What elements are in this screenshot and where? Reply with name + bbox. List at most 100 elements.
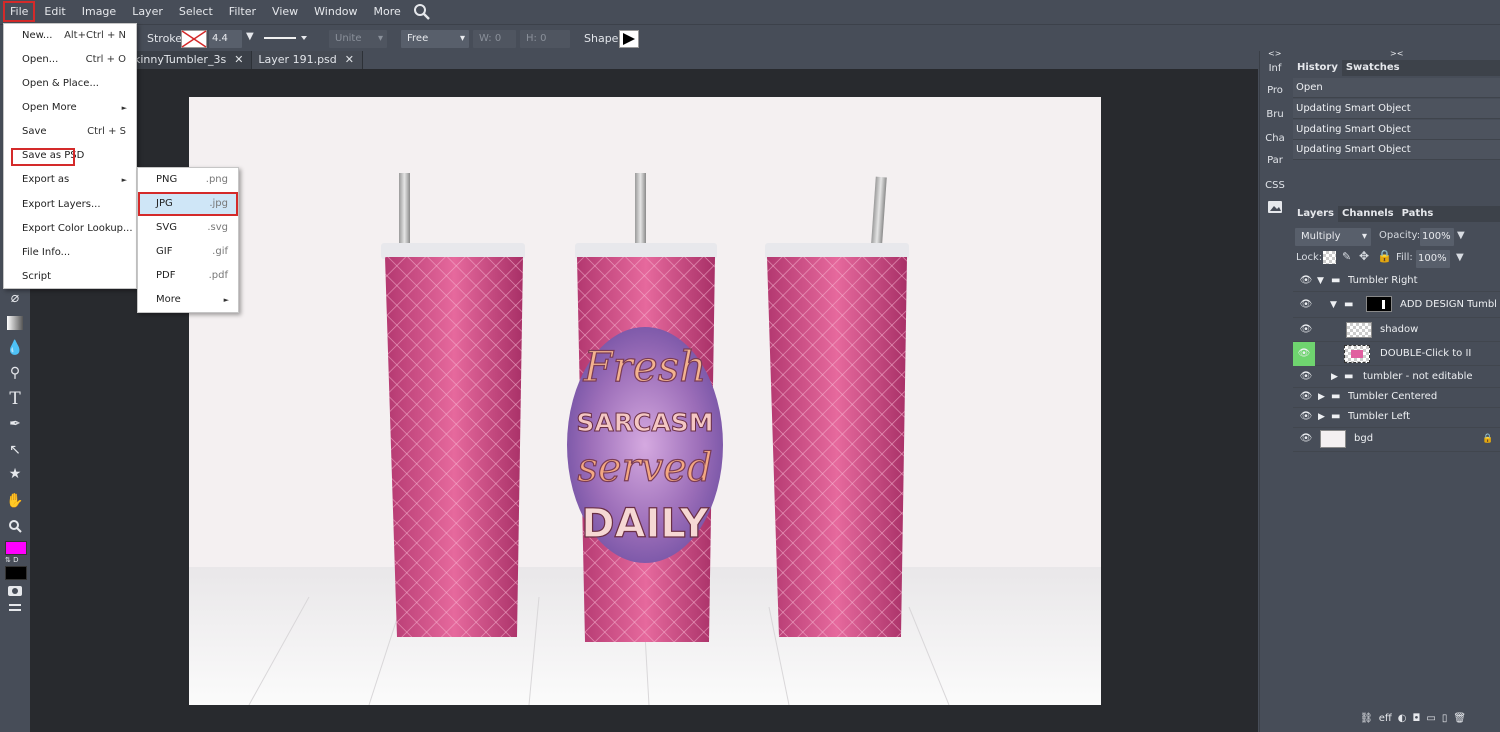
- tab-layer-191[interactable]: Layer 191.psd ✕: [252, 51, 363, 69]
- quick-mask-icon[interactable]: [8, 586, 22, 596]
- menu-item-file-info[interactable]: File Info...: [4, 241, 136, 265]
- close-icon[interactable]: ✕: [234, 51, 243, 69]
- opacity-input[interactable]: 100%: [1420, 228, 1454, 246]
- dodge-tool-icon[interactable]: ⚲: [5, 363, 25, 383]
- panel-paragraph-tab[interactable]: Par: [1260, 149, 1290, 173]
- history-item[interactable]: Updating Smart Object: [1293, 140, 1500, 160]
- eraser-tool-icon[interactable]: ⌀: [5, 288, 25, 308]
- layer-row[interactable]: 👁 ▼ ▬ ADD DESIGN Tumbl: [1293, 292, 1500, 318]
- eye-icon[interactable]: 👁: [1297, 386, 1315, 408]
- menu-item-script[interactable]: Script: [4, 265, 136, 289]
- eye-icon[interactable]: 👁: [1297, 406, 1315, 428]
- menu-edit[interactable]: Edit: [36, 0, 73, 23]
- tab-swatches[interactable]: Swatches: [1342, 60, 1404, 76]
- type-tool-icon[interactable]: T: [5, 389, 25, 409]
- lock-position-icon[interactable]: ✥: [1359, 249, 1369, 263]
- path-select-tool-icon[interactable]: ↖: [5, 440, 25, 460]
- gradient-tool-icon[interactable]: [5, 313, 25, 333]
- shape-picker[interactable]: [619, 30, 639, 48]
- expand-chevron-icon[interactable]: ▼: [1317, 270, 1324, 292]
- stroke-color-swatch[interactable]: [181, 30, 207, 48]
- link-layers-icon[interactable]: ⛓: [1360, 713, 1373, 724]
- tab-paths[interactable]: Paths: [1398, 206, 1438, 222]
- layer-row[interactable]: 👁 ▶ ▬ Tumbler Left: [1293, 406, 1500, 428]
- lock-pixels-icon[interactable]: ✎: [1342, 250, 1351, 263]
- eye-icon[interactable]: 👁: [1293, 342, 1315, 366]
- blur-tool-icon[interactable]: 💧: [5, 338, 25, 358]
- stroke-style-select[interactable]: [262, 31, 310, 45]
- panel-character-tab[interactable]: Cha: [1260, 127, 1290, 151]
- eye-icon[interactable]: 👁: [1297, 366, 1315, 388]
- history-item[interactable]: Open: [1293, 78, 1500, 98]
- combine-mode-select[interactable]: Unite ▾: [329, 30, 387, 48]
- export-gif[interactable]: GIF .gif: [138, 240, 238, 264]
- background-color-swatch[interactable]: [5, 566, 27, 580]
- menu-item-export-color-lookup[interactable]: Export Color Lookup...: [4, 217, 136, 241]
- tab-history[interactable]: History: [1293, 60, 1342, 76]
- foreground-color-swatch[interactable]: [5, 541, 27, 555]
- pen-tool-icon[interactable]: ✒: [5, 414, 25, 434]
- screen-mode-icon[interactable]: [9, 604, 21, 611]
- panel-info-tab[interactable]: Inf: [1260, 57, 1290, 81]
- layer-row[interactable]: 👁 DOUBLE-Click to II: [1293, 342, 1500, 366]
- width-field[interactable]: W: 0: [473, 30, 516, 48]
- collapse-chevron-icon[interactable]: ▶: [1331, 366, 1338, 388]
- collapse-chevron-icon[interactable]: ▶: [1318, 386, 1325, 408]
- close-icon[interactable]: ✕: [345, 51, 354, 69]
- layer-row[interactable]: 👁 ▶ ▬ Tumbler Centered: [1293, 386, 1500, 408]
- lock-all-icon[interactable]: 🔒: [1377, 249, 1392, 263]
- tab-layers[interactable]: Layers: [1293, 206, 1338, 222]
- collapse-chevron-icon[interactable]: ▶: [1318, 406, 1325, 428]
- menu-item-open-more[interactable]: Open More ►: [4, 96, 136, 120]
- layer-effects-icon[interactable]: eff: [1379, 713, 1392, 724]
- delete-layer-icon[interactable]: 🗑: [1453, 713, 1466, 724]
- style-mode-select[interactable]: Free ▾: [401, 30, 469, 48]
- layer-mask-icon[interactable]: ◘: [1412, 713, 1420, 724]
- menu-filter[interactable]: Filter: [221, 0, 264, 23]
- layer-row[interactable]: 👁 bgd 🔒: [1293, 426, 1500, 452]
- swap-colors-icon[interactable]: ⇅ D: [5, 556, 18, 564]
- stroke-width-input[interactable]: 4.4 pt: [209, 30, 242, 62]
- eye-icon[interactable]: 👁: [1297, 292, 1315, 318]
- menu-item-export-as[interactable]: Export as ►: [4, 168, 136, 192]
- history-item[interactable]: Updating Smart Object: [1293, 99, 1500, 119]
- fill-input[interactable]: 100%: [1416, 250, 1450, 268]
- image-panel-icon[interactable]: [1268, 201, 1282, 213]
- eye-icon[interactable]: 👁: [1297, 426, 1315, 452]
- menu-view[interactable]: View: [264, 0, 306, 23]
- menu-window[interactable]: Window: [306, 0, 365, 23]
- export-jpg[interactable]: JPG .jpg: [138, 192, 238, 216]
- layer-row[interactable]: 👁 ▶ ▬ tumbler - not editable: [1293, 366, 1500, 388]
- shape-tool-icon[interactable]: ★: [5, 464, 25, 484]
- menu-select[interactable]: Select: [171, 0, 221, 23]
- expand-chevron-icon[interactable]: ▼: [1330, 292, 1337, 318]
- eye-icon[interactable]: 👁: [1297, 270, 1315, 292]
- height-field[interactable]: H: 0: [520, 30, 570, 48]
- layer-row[interactable]: 👁 ▼ ▬ Tumbler Right: [1293, 270, 1500, 292]
- panel-properties-tab[interactable]: Pro: [1260, 79, 1290, 103]
- lock-transparency-icon[interactable]: [1323, 251, 1336, 264]
- fill-arrow-icon[interactable]: ▼: [1456, 252, 1464, 263]
- layer-row[interactable]: 👁 shadow: [1293, 318, 1500, 342]
- stroke-width-arrow-icon[interactable]: ▼: [246, 31, 254, 42]
- panel-brush-tab[interactable]: Bru: [1260, 103, 1290, 127]
- collapse-arrows-icon[interactable]: ><: [1390, 49, 1403, 58]
- menu-layer[interactable]: Layer: [124, 0, 171, 23]
- export-more[interactable]: More ►: [138, 288, 238, 312]
- export-png[interactable]: PNG .png: [138, 168, 238, 192]
- menu-item-open-place[interactable]: Open & Place...: [4, 72, 136, 96]
- new-layer-icon[interactable]: ▯: [1442, 713, 1448, 724]
- hand-tool-icon[interactable]: ✋: [5, 491, 25, 511]
- adjustment-layer-icon[interactable]: ◐: [1398, 713, 1407, 724]
- menu-image[interactable]: Image: [74, 0, 124, 23]
- menu-file[interactable]: File: [2, 0, 36, 23]
- menu-item-save[interactable]: Save Ctrl + S: [4, 120, 136, 144]
- zoom-tool-icon[interactable]: [5, 516, 25, 536]
- panel-css-tab[interactable]: CSS: [1260, 174, 1290, 198]
- export-pdf[interactable]: PDF .pdf: [138, 264, 238, 288]
- menu-more[interactable]: More: [366, 0, 409, 23]
- document-canvas[interactable]: Fresh SARCASM served DAILY: [189, 97, 1101, 705]
- search-icon[interactable]: [413, 3, 431, 21]
- menu-item-open[interactable]: Open... Ctrl + O: [4, 48, 136, 72]
- menu-item-export-layers[interactable]: Export Layers...: [4, 193, 136, 217]
